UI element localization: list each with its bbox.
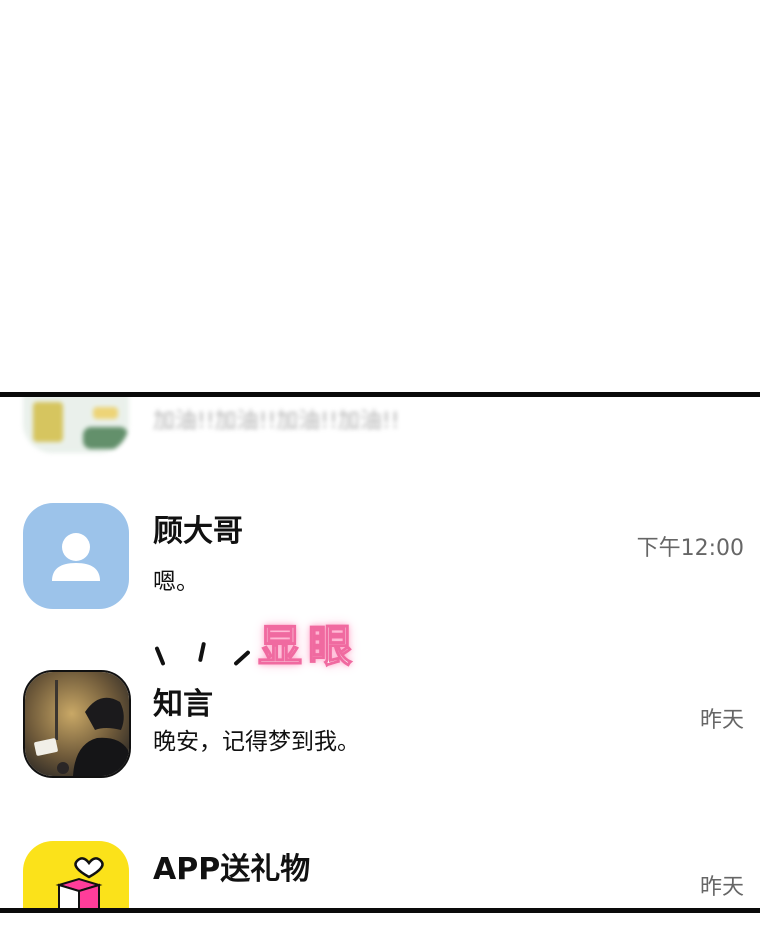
chat-message: 嗯。 [153, 569, 199, 595]
avatar [23, 503, 129, 609]
bottom-blank-area [0, 913, 760, 950]
chat-time: 下午12:00 [636, 536, 744, 561]
chat-name: 顾大哥 [153, 514, 243, 549]
chat-item-zhiyan[interactable]: 知言 晚安，记得梦到我。 昨天 [0, 667, 760, 787]
chat-time: 昨天 [699, 708, 744, 733]
character-avatar-image [25, 672, 129, 776]
chat-item-cheer[interactable]: 加油!!加油!!加油!!加油!! [0, 397, 760, 467]
person-silhouette-icon [52, 533, 100, 581]
chat-item-gu[interactable]: 顾大哥 嗯。 下午12:00 [0, 497, 760, 617]
cheer-avatar-image [23, 397, 129, 453]
chat-name: APP送礼物 [153, 852, 311, 887]
chat-time: 昨天 [699, 875, 744, 900]
chat-item-app-gift[interactable]: APP送礼物 昨天 [0, 837, 760, 908]
chat-list[interactable]: 加油!!加油!!加油!!加油!! 顾大哥 嗯。 下午12:00 知言 晚安，记得… [0, 397, 760, 908]
chat-name: 知言 [153, 687, 213, 722]
top-blank-area [0, 0, 760, 392]
avatar [23, 841, 129, 908]
gift-box-heart-icon [55, 857, 104, 908]
chat-message: 晚安，记得梦到我。 [153, 729, 360, 755]
avatar [23, 397, 129, 453]
highlight-annotation: 显眼 [257, 621, 358, 672]
avatar [23, 670, 131, 778]
chat-message: 加油!!加油!!加油!!加油!! [153, 409, 400, 434]
